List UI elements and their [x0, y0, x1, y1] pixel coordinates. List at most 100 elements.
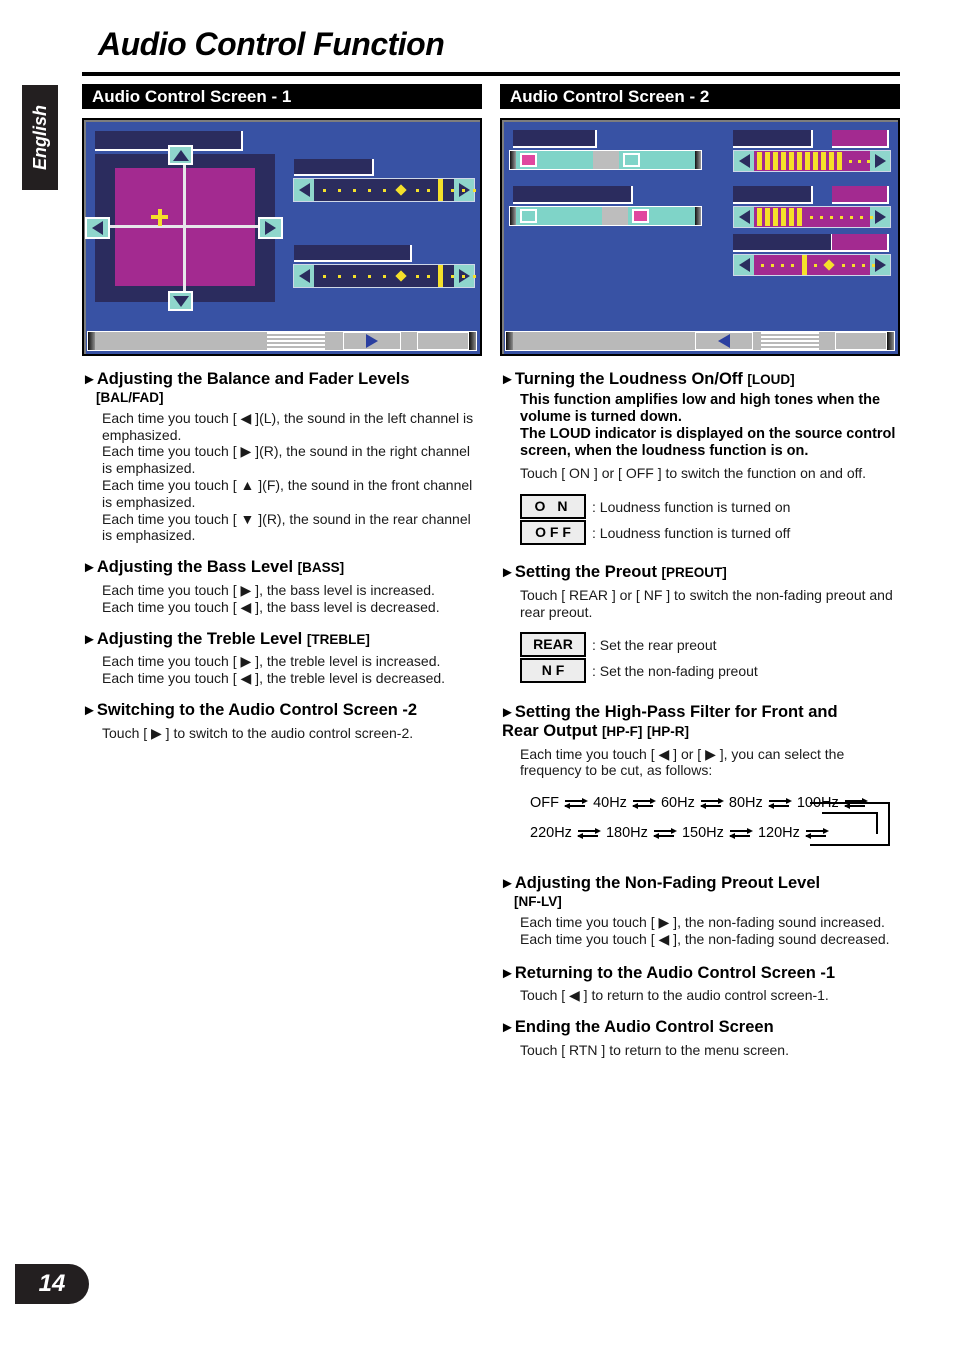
slider-tick: [323, 188, 326, 192]
heading-high-pass-filter: ►Setting the High-Pass Filter for Front …: [500, 703, 838, 741]
body-preout: Touch [ REAR ] or [ NF ] to switch the n…: [520, 586, 893, 620]
slider-tick: [872, 263, 875, 267]
bass-slider-track[interactable]: [314, 179, 476, 201]
legend-row: REAR : Set the rear preout: [520, 632, 900, 658]
nflv-slider[interactable]: [733, 254, 891, 276]
treble-slider-cursor[interactable]: [438, 265, 443, 287]
preout-rear-button[interactable]: [516, 207, 603, 225]
slider-tick: [814, 263, 817, 267]
hpf-front-increase-button[interactable]: [870, 151, 890, 171]
body-balance-fader: Each time you touch [ ◀ ](L), the sound …: [102, 409, 474, 544]
loudness-off-button[interactable]: [618, 151, 695, 169]
slider-tick: [416, 188, 419, 192]
hpf-rear-decrease-button[interactable]: [734, 207, 754, 227]
preout-nf-key[interactable]: N F: [520, 658, 586, 684]
slider-tick: [451, 274, 454, 278]
slider-tick: [427, 188, 430, 192]
legend-row: N F : Set the non-fading preout: [520, 658, 900, 684]
screen-2-bottom-bar[interactable]: [505, 331, 895, 351]
code-treble: [TREBLE]: [306, 631, 370, 647]
note-loudness: This function amplifies low and high ton…: [520, 391, 896, 460]
treble-slider[interactable]: [293, 264, 476, 288]
fader-front-button[interactable]: [168, 145, 193, 165]
loudness-off-desc: : Loudness function is turned off: [592, 524, 791, 541]
hpf-frequency-chain: OFF 40Hz 60Hz 80Hz 100Hz 220Hz 180Hz 150…: [530, 788, 890, 848]
language-tab: English: [22, 85, 58, 190]
bass-label-plate: [294, 159, 374, 176]
balance-fader-pad[interactable]: [95, 154, 275, 302]
bass-slider-cursor[interactable]: [438, 179, 443, 201]
loudness-on-button[interactable]: [516, 151, 593, 169]
balance-left-button[interactable]: [85, 217, 110, 239]
heading-switch-screen-2: ►Switching to the Audio Control Screen -…: [82, 700, 418, 719]
hpf-front-label-plate: [733, 130, 813, 148]
preout-rear-key[interactable]: REAR: [520, 632, 586, 658]
bullet-arrow-icon: ►: [82, 371, 97, 388]
section-bass: ►Adjusting the Bass Level [BASS] Each ti…: [82, 558, 482, 615]
hpf-front-decrease-button[interactable]: [734, 151, 754, 171]
nflv-decrease-button[interactable]: [734, 255, 754, 275]
bass-decrease-button[interactable]: [294, 179, 314, 201]
previous-screen-button[interactable]: [695, 332, 753, 350]
bullet-arrow-icon: ►: [500, 1019, 515, 1037]
code-hpf-front: [HP-F]: [601, 724, 643, 740]
section-header-screen-1: Audio Control Screen - 1: [82, 84, 482, 109]
return-button[interactable]: [835, 332, 887, 350]
body-high-pass-filter: Each time you touch [ ◀ ] or [ ▶ ], you …: [520, 745, 845, 779]
preout-rear-desc: : Set the rear preout: [592, 636, 717, 653]
treble-label-plate: [294, 245, 412, 262]
bidirectional-arrow-icon: [652, 827, 678, 839]
bidirectional-arrow-icon: [631, 797, 657, 809]
slider-bar-segment: [765, 152, 770, 170]
nflv-slider-track[interactable]: [754, 255, 875, 275]
bullet-arrow-icon: ►: [500, 964, 515, 982]
heading-treble: ►Adjusting the Treble Level [TREBLE]: [82, 629, 370, 648]
section-loudness: ►Turning the Loudness On/Off [LOUD] This…: [500, 370, 900, 546]
triangle-down-icon: [172, 295, 189, 307]
nflv-slider-cursor[interactable]: [802, 255, 807, 275]
crosshair-horizontal-line: [107, 225, 263, 228]
section-preout: ►Setting the Preout [PREOUT] Touch [ REA…: [500, 563, 900, 684]
loudness-on-key[interactable]: O N: [520, 494, 586, 520]
selected-indicator: [520, 153, 537, 167]
hpf-front-slider-track[interactable]: [754, 151, 870, 171]
hpf-freq-150: 150Hz: [681, 825, 724, 842]
loudness-off-key[interactable]: O F F: [520, 520, 586, 546]
slider-tick: [771, 263, 774, 267]
loudness-label-plate: [513, 130, 597, 148]
bullet-arrow-icon: ►: [500, 875, 515, 893]
hpf-freq-180: 180Hz: [605, 825, 648, 842]
fader-rear-button[interactable]: [168, 291, 193, 311]
triangle-right-icon: [874, 258, 886, 272]
loudness-toggle-bar[interactable]: [509, 150, 702, 170]
hpf-rear-slider[interactable]: [733, 206, 891, 228]
hpf-chain-wrap-connector-inner: [822, 812, 878, 835]
bar-divider: [602, 207, 629, 225]
section-switch-screen-2: ►Switching to the Audio Control Screen -…: [82, 701, 482, 742]
screen-1-bottom-bar[interactable]: [87, 331, 477, 351]
hpf-freq-220: 220Hz: [530, 825, 572, 842]
section-balance-fader: ►Adjusting the Balance and Fader Levels …: [82, 370, 482, 544]
hpf-front-slider[interactable]: [733, 150, 891, 172]
section-header-screen-2: Audio Control Screen - 2: [500, 84, 900, 109]
bass-slider[interactable]: [293, 178, 476, 202]
preout-nf-button[interactable]: [628, 207, 695, 225]
bar-left-cap: [506, 332, 513, 350]
bullet-arrow-icon: ►: [500, 564, 515, 582]
hpf-rear-increase-button[interactable]: [870, 207, 890, 227]
triangle-left-icon: [738, 258, 750, 272]
treble-slider-track[interactable]: [314, 265, 476, 287]
slider-bar-segment: [773, 152, 778, 170]
return-button[interactable]: [417, 332, 469, 350]
slider-tick: [368, 274, 371, 278]
slider-tick: [820, 215, 823, 219]
next-screen-button[interactable]: [343, 332, 401, 350]
hpf-rear-slider-track[interactable]: [754, 207, 873, 227]
bar-divider: [592, 151, 619, 169]
treble-decrease-button[interactable]: [294, 265, 314, 287]
preout-toggle-bar[interactable]: [509, 206, 702, 226]
legend-row: O N : Loudness function is turned on: [520, 494, 900, 520]
hpf-freq-80: 80Hz: [728, 795, 763, 812]
slider-tick: [473, 188, 476, 192]
balance-right-button[interactable]: [258, 217, 283, 239]
